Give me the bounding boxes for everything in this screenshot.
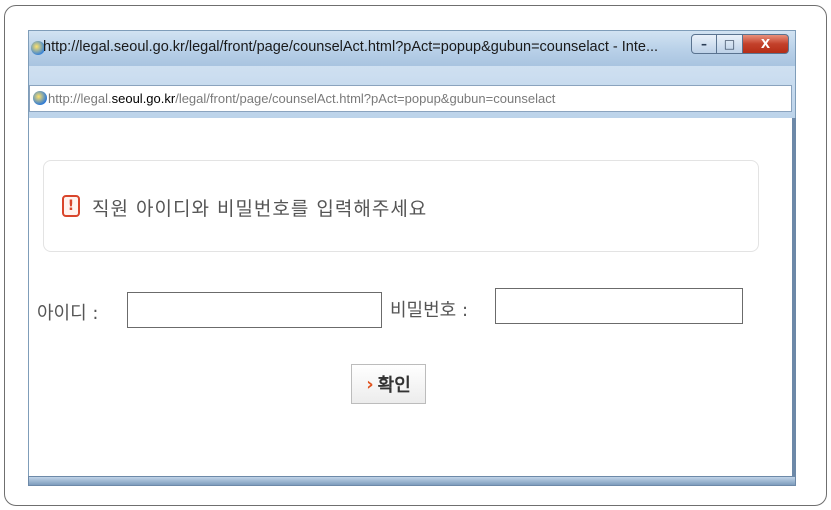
page-content: ! 직원 아이디와 비밀번호를 입력해주세요 아이디 : 비밀번호 : › 확인	[28, 118, 796, 480]
message-box: ! 직원 아이디와 비밀번호를 입력해주세요	[43, 160, 759, 252]
url-protocol: http://legal.	[48, 91, 112, 106]
url-path: /legal/front/page/counselAct.html?pAct=p…	[175, 91, 556, 106]
address-field[interactable]: http://legal.seoul.go.kr/legal/front/pag…	[29, 85, 792, 112]
window-title: http://legal.seoul.go.kr/legal/front/pag…	[43, 39, 659, 55]
confirm-button[interactable]: › 확인	[351, 364, 426, 404]
maximize-button[interactable]: □	[717, 34, 743, 54]
window-title-bar: http://legal.seoul.go.kr/legal/front/pag…	[28, 30, 796, 66]
message-text: 직원 아이디와 비밀번호를 입력해주세요	[92, 198, 428, 220]
address-bar: http://legal.seoul.go.kr/legal/front/pag…	[28, 66, 796, 118]
window-controls: – □ X	[691, 34, 789, 54]
close-button[interactable]: X	[743, 34, 789, 54]
address-url: http://legal.seoul.go.kr/legal/front/pag…	[48, 91, 555, 106]
minimize-button[interactable]: –	[691, 34, 717, 54]
id-label: 아이디 :	[37, 303, 99, 324]
password-label: 비밀번호 :	[390, 300, 469, 321]
arrow-right-icon: ›	[366, 373, 374, 395]
window-bottom-border	[28, 476, 796, 486]
ie-icon	[33, 91, 47, 105]
url-host: seoul.go.kr	[111, 91, 176, 106]
id-input[interactable]	[127, 292, 382, 328]
warning-icon: !	[62, 195, 80, 217]
password-input[interactable]	[495, 288, 743, 324]
confirm-label: 확인	[377, 375, 411, 396]
